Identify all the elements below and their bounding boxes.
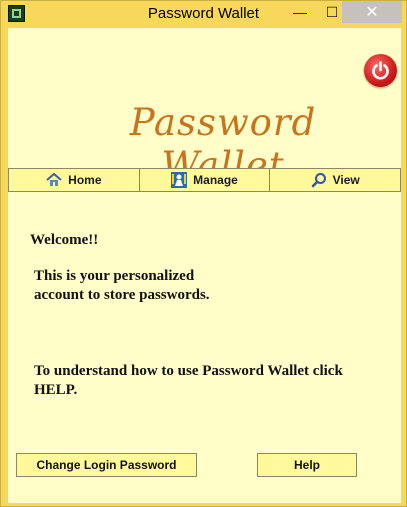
nav-home-label: Home [68,173,102,187]
search-icon [311,173,326,188]
help-instructions: To understand how to use Password Wallet… [34,363,343,398]
nav-bar: Home Manage View [8,168,401,192]
nav-view-label: View [332,173,360,187]
power-icon [372,61,389,80]
minimize-button[interactable]: — [284,1,316,23]
nav-manage-label: Manage [193,173,238,187]
main-content: Password Wallet Home Manage View Welcome… [8,28,401,503]
nav-view[interactable]: View [270,169,400,191]
app-window: Password Wallet — ☐ ✕ Password Wallet Ho… [0,0,407,507]
nav-manage[interactable]: Manage [140,169,271,191]
title-bar[interactable]: Password Wallet — ☐ ✕ [1,1,406,27]
power-button[interactable] [364,54,397,87]
help-button[interactable]: Help [257,453,357,477]
welcome-heading: Welcome!! [30,232,99,248]
description-text: This is your personalized account to sto… [34,268,210,303]
home-icon [46,172,62,186]
close-button[interactable]: ✕ [342,1,402,23]
manage-icon [171,172,188,188]
nav-home[interactable]: Home [9,169,140,191]
change-login-password-button[interactable]: Change Login Password [16,453,197,477]
